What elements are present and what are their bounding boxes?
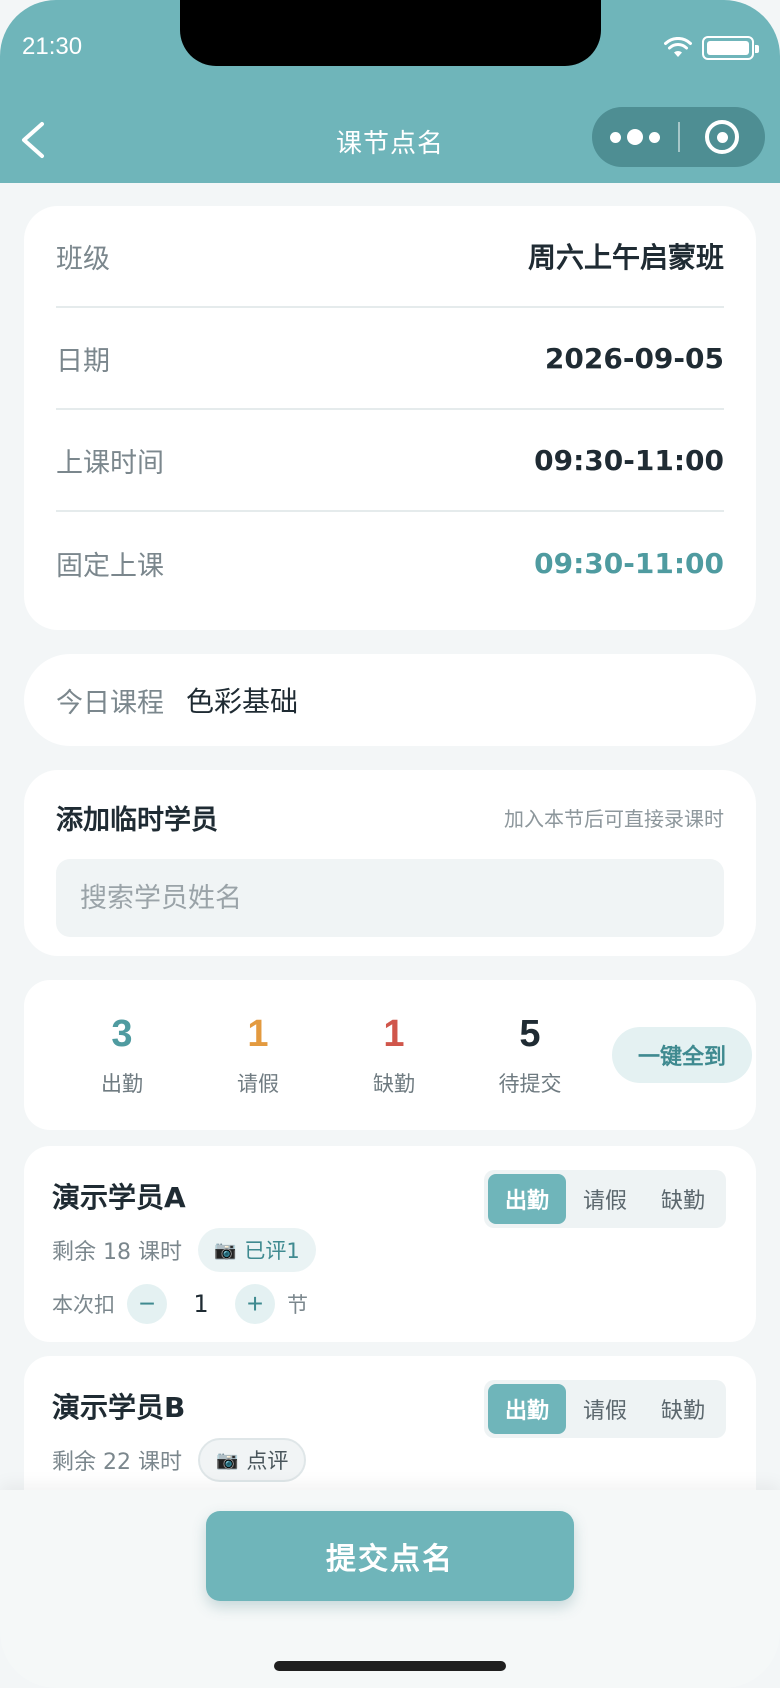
review-label: 已评1 bbox=[244, 1239, 300, 1263]
decrement-button[interactable]: − bbox=[127, 1284, 167, 1324]
info-row-fixed-time[interactable]: 固定上课 09:30-11:00 bbox=[56, 512, 724, 614]
option-absent[interactable]: 缺勤 bbox=[644, 1384, 722, 1434]
review-label: 点评 bbox=[246, 1449, 289, 1473]
stat-value: 1 bbox=[247, 1012, 269, 1055]
deduct-unit: 节 bbox=[287, 1293, 308, 1317]
class-info-card: 班级 周六上午启蒙班 日期 2026-09-05 上课时间 09:30-11:0… bbox=[24, 206, 756, 630]
notch bbox=[180, 0, 601, 66]
dot-icon bbox=[610, 131, 621, 143]
info-label: 固定上课 bbox=[56, 550, 164, 582]
home-indicator bbox=[274, 1661, 506, 1671]
deduct-label: 本次扣 bbox=[52, 1293, 115, 1317]
stat-present: 3 出勤 bbox=[54, 1013, 190, 1098]
wifi-icon bbox=[664, 37, 692, 57]
student-card: 演示学员A 剩余 18 课时 📷 已评1 本次扣 − 1 + 节 出勤 请假 缺… bbox=[24, 1146, 756, 1342]
today-course-card: 今日课程 色彩基础 bbox=[24, 654, 756, 746]
stat-label: 待提交 bbox=[498, 1071, 562, 1096]
remaining-hours: 剩余 22 课时 bbox=[52, 1450, 182, 1475]
camera-icon: 📷 bbox=[215, 1449, 239, 1471]
stat-label: 请假 bbox=[237, 1071, 279, 1096]
dot-icon bbox=[627, 129, 643, 145]
top-header: 21:30 课节点名 bbox=[0, 0, 780, 183]
battery-icon bbox=[702, 36, 759, 60]
target-icon bbox=[705, 120, 739, 154]
review-chip[interactable]: 📷 已评1 bbox=[197, 1228, 316, 1272]
info-value: 周六上午启蒙班 bbox=[527, 241, 724, 274]
stat-absent: 1 缺勤 bbox=[326, 1013, 462, 1098]
stat-label: 出勤 bbox=[101, 1071, 143, 1096]
info-label: 班级 bbox=[56, 243, 110, 275]
submit-attendance-button[interactable]: 提交点名 bbox=[206, 1511, 574, 1601]
info-value: 09:30-11:00 bbox=[534, 443, 724, 477]
info-row-class-time: 上课时间 09:30-11:00 bbox=[56, 410, 724, 512]
add-temp-hint: 加入本节后可直接录课时 bbox=[504, 807, 724, 831]
stat-label: 缺勤 bbox=[373, 1071, 415, 1096]
status-icons bbox=[664, 36, 759, 60]
stat-value: 1 bbox=[383, 1012, 405, 1055]
option-leave[interactable]: 请假 bbox=[566, 1174, 644, 1224]
close-miniprogram-button[interactable] bbox=[680, 107, 764, 167]
attendance-stats-card: 3 出勤 1 请假 1 缺勤 5 待提交 一键全到 bbox=[24, 980, 756, 1130]
info-row-date: 日期 2026-09-05 bbox=[56, 308, 724, 410]
stat-value: 3 bbox=[111, 1012, 133, 1055]
attendance-segmented-control: 出勤 请假 缺勤 bbox=[484, 1170, 726, 1228]
increment-button[interactable]: + bbox=[235, 1284, 275, 1324]
student-search-input[interactable] bbox=[56, 859, 724, 937]
status-time: 21:30 bbox=[22, 33, 83, 60]
info-label: 上课时间 bbox=[56, 447, 164, 479]
stat-pending: 5 待提交 bbox=[462, 1013, 598, 1098]
option-present[interactable]: 出勤 bbox=[488, 1384, 566, 1434]
option-leave[interactable]: 请假 bbox=[566, 1384, 644, 1434]
dot-icon bbox=[649, 131, 660, 143]
add-temp-title: 添加临时学员 bbox=[56, 805, 218, 836]
info-row-class: 班级 周六上午启蒙班 bbox=[56, 206, 724, 308]
add-temp-student-card: 添加临时学员 加入本节后可直接录课时 bbox=[24, 770, 756, 956]
remaining-hours: 剩余 18 课时 bbox=[52, 1240, 182, 1265]
stat-leave: 1 请假 bbox=[190, 1013, 326, 1098]
camera-icon: 📷 bbox=[213, 1239, 237, 1261]
attendance-segmented-control: 出勤 请假 缺勤 bbox=[484, 1380, 726, 1438]
option-absent[interactable]: 缺勤 bbox=[644, 1174, 722, 1224]
deduct-count: 1 bbox=[193, 1290, 209, 1318]
course-value: 色彩基础 bbox=[186, 685, 299, 718]
phone-screen: 21:30 课节点名 班级 周六上午启蒙班 日期 2026-09-05 上课时间… bbox=[0, 0, 780, 1688]
more-button[interactable] bbox=[592, 107, 678, 167]
stat-value: 5 bbox=[519, 1012, 541, 1055]
info-label: 日期 bbox=[56, 345, 110, 377]
option-present[interactable]: 出勤 bbox=[488, 1174, 566, 1224]
course-label: 今日课程 bbox=[56, 687, 164, 719]
all-present-button[interactable]: 一键全到 bbox=[612, 1027, 752, 1083]
miniprogram-capsule bbox=[592, 107, 765, 167]
info-value: 2026-09-05 bbox=[544, 341, 724, 375]
info-value: 09:30-11:00 bbox=[534, 546, 724, 580]
review-chip[interactable]: 📷 点评 bbox=[197, 1438, 307, 1482]
